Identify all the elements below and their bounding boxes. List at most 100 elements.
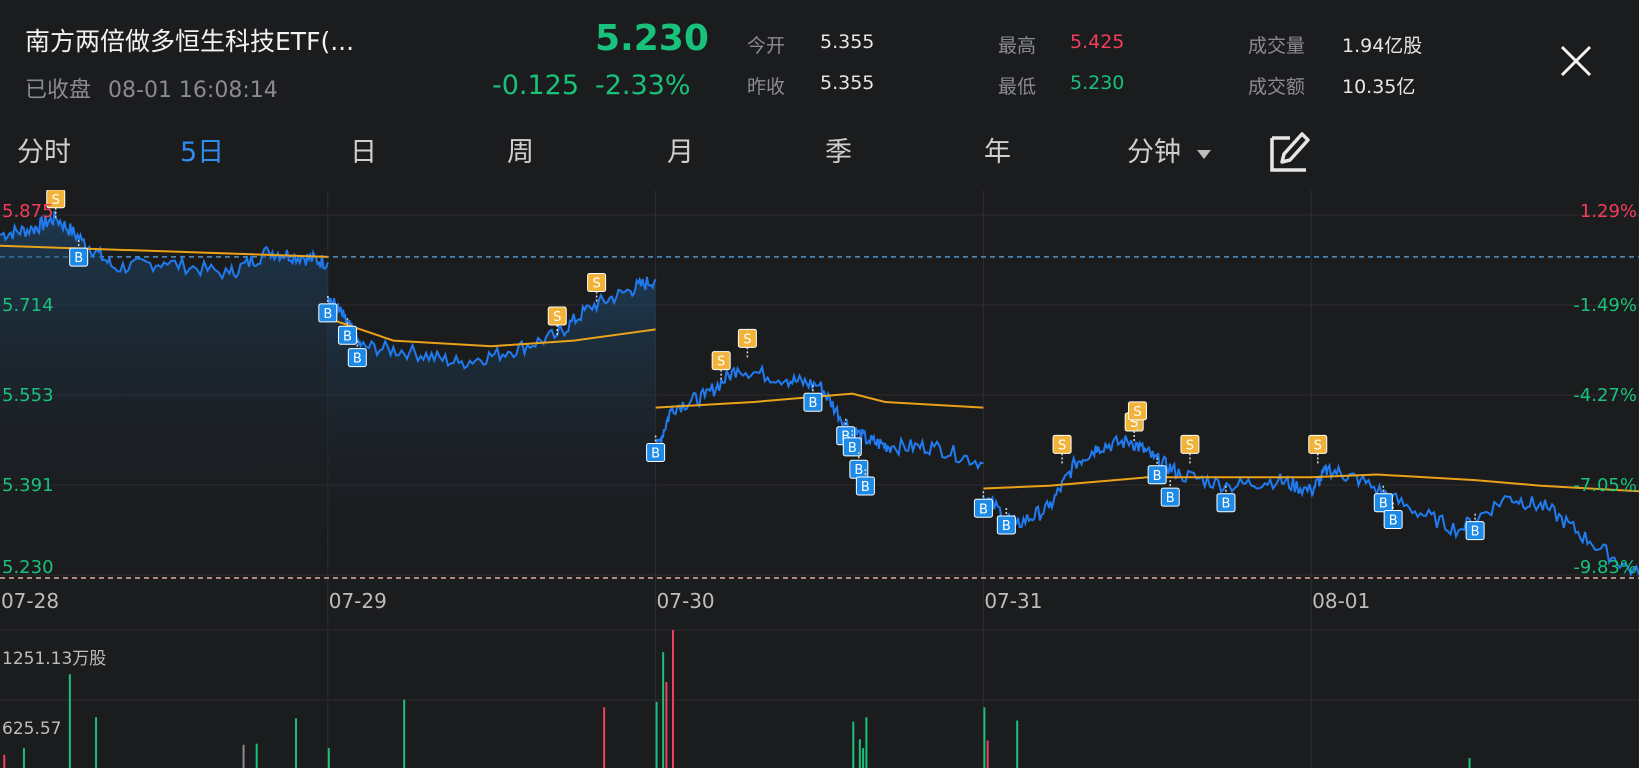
- volume-bar: [327, 748, 330, 768]
- tab-minute[interactable]: 分钟: [1127, 130, 1212, 169]
- volume-bar: [242, 744, 245, 768]
- marker-label: B: [854, 463, 863, 478]
- volume-bar: [255, 743, 258, 768]
- marker-label: S: [743, 332, 751, 347]
- marker-label: B: [808, 396, 817, 411]
- marker-label: S: [592, 277, 600, 292]
- price-chart[interactable]: SBBBBSSBSSBBBBBBBSSSBSB BSBBB5.8755.7145.…: [0, 190, 1639, 768]
- x-tick-label: 07-31: [984, 589, 1042, 613]
- marker-label: B: [323, 307, 332, 322]
- low-value: 5.230: [1070, 72, 1125, 94]
- marker-label: B: [1166, 491, 1175, 506]
- volume-bar: [986, 740, 989, 768]
- marker-label: S: [1186, 438, 1194, 453]
- open-value: 5.355: [820, 31, 875, 53]
- marker-label: B: [979, 502, 988, 517]
- price-change-percent: -2.33%: [595, 70, 691, 101]
- y-tick-label: 5.553: [2, 385, 54, 406]
- x-tick-label: 07-28: [1, 589, 59, 613]
- close-icon: [1560, 45, 1592, 77]
- volume-bar: [655, 701, 658, 768]
- marker-label: B: [1379, 497, 1388, 512]
- volume-bar: [665, 681, 668, 768]
- price-change: -0.125: [492, 70, 580, 101]
- volume-bar: [1468, 758, 1471, 768]
- status-time: 08-01 16:08:14: [108, 78, 278, 103]
- draw-tool-button[interactable]: [1268, 128, 1312, 174]
- marker-label: S: [717, 355, 725, 370]
- marker-label: B: [74, 251, 83, 266]
- volume-bar: [68, 674, 71, 768]
- pct-tick-label: -1.49%: [1573, 295, 1637, 316]
- marker-label: B: [343, 329, 352, 344]
- y-tick-label: 5.875: [2, 201, 54, 222]
- draw-tool-icon: [1270, 132, 1310, 172]
- volume-max-label: 1251.13万股: [2, 649, 106, 669]
- marker-label: B: [848, 441, 857, 456]
- pct-tick-label: -9.83%: [1573, 557, 1637, 578]
- prev-close-value: 5.355: [820, 72, 875, 94]
- marker-label: B: [1222, 497, 1231, 512]
- tab-year[interactable]: 年: [984, 130, 1011, 169]
- tab-quarter[interactable]: 季: [825, 130, 852, 169]
- marker-label: B: [1389, 513, 1398, 528]
- volume-bar: [3, 754, 6, 768]
- low-label: 最低: [998, 76, 1037, 98]
- tab-day[interactable]: 日: [350, 130, 377, 169]
- volume-bar: [22, 748, 25, 768]
- volume-bar: [662, 652, 665, 768]
- marker-label: B: [1002, 519, 1011, 534]
- volume-bar: [858, 739, 861, 768]
- amount-value: 10.35亿: [1342, 76, 1416, 98]
- volume-bar: [862, 748, 865, 768]
- price-line: [655, 363, 984, 471]
- volume-bar: [671, 630, 674, 768]
- volume-mid-label: 625.57: [2, 719, 61, 739]
- high-value: 5.425: [1070, 31, 1125, 53]
- marker-label: S: [1314, 438, 1322, 453]
- y-tick-label: 5.391: [2, 475, 54, 496]
- price-area: [327, 276, 656, 575]
- prev-close-label: 昨收: [747, 76, 786, 98]
- marker-label: B: [1471, 525, 1480, 540]
- chevron-down-icon: [1196, 149, 1211, 159]
- tab-month[interactable]: 月: [667, 130, 694, 169]
- marker-label: B: [651, 446, 660, 461]
- pct-tick-label: -7.05%: [1573, 475, 1637, 496]
- instrument-title: 南方两倍做多恒生科技ETF(...: [25, 27, 355, 56]
- x-tick-label: 07-29: [329, 589, 387, 613]
- marker-label: B: [353, 352, 362, 367]
- x-tick-label: 07-30: [657, 589, 715, 613]
- open-label: 今开: [747, 35, 786, 57]
- pct-tick-label: 1.29%: [1580, 201, 1637, 222]
- tab-5day[interactable]: 5日: [180, 130, 224, 169]
- marker-label: B: [861, 480, 870, 495]
- market-status: 已收盘 08-01 16:08:14: [25, 72, 278, 104]
- marker-label: S: [1058, 438, 1066, 453]
- volume-value: 1.94亿股: [1342, 35, 1423, 57]
- marker-label: S: [1133, 405, 1141, 420]
- volume-bar: [983, 707, 986, 768]
- close-button[interactable]: [1555, 40, 1599, 84]
- volume-bar: [1016, 720, 1019, 768]
- volume-label: 成交量: [1248, 35, 1306, 57]
- tab-week[interactable]: 周: [507, 130, 534, 169]
- last-price: 5.230: [595, 18, 709, 59]
- tab-intraday[interactable]: 分时: [17, 130, 71, 169]
- status-text: 已收盘: [25, 78, 92, 103]
- pct-tick-label: -4.27%: [1573, 385, 1637, 406]
- amount-label: 成交额: [1248, 76, 1306, 98]
- volume-bar: [95, 717, 98, 768]
- high-label: 最高: [998, 35, 1037, 57]
- marker-label: B: [1153, 469, 1162, 484]
- volume-bar: [852, 721, 855, 768]
- tab-minute-label: 分钟: [1127, 137, 1181, 168]
- y-tick-label: 5.714: [2, 295, 54, 316]
- y-tick-label: 5.230: [2, 557, 54, 578]
- x-tick-label: 08-01: [1312, 589, 1370, 613]
- volume-bar: [603, 707, 606, 768]
- volume-bar: [295, 718, 298, 768]
- volume-bar: [403, 699, 406, 768]
- marker-label: S: [553, 310, 561, 325]
- volume-bar: [865, 717, 868, 768]
